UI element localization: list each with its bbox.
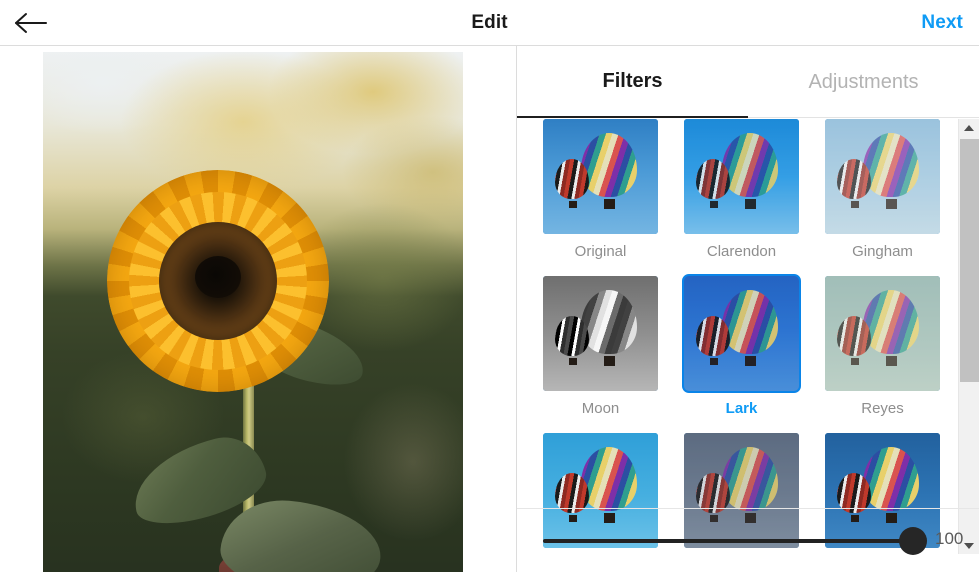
filter-item-gingham[interactable]: Gingham [825, 119, 940, 261]
photo-sunflower-head [107, 170, 329, 392]
filter-label: Original [574, 243, 627, 260]
slider-track [543, 539, 913, 543]
scroll-up-button[interactable] [959, 119, 979, 136]
scrollbar-thumb[interactable] [960, 139, 979, 382]
slider-knob[interactable] [899, 527, 927, 555]
filter-strength-slider[interactable] [543, 527, 927, 555]
header-bar: Edit Next [0, 0, 979, 46]
slider-value: 100 [935, 529, 964, 548]
edit-screen: Edit Next Filters Adjustments Original C… [0, 0, 979, 572]
photo-preview-pane [0, 46, 516, 572]
filter-label: Clarendon [706, 243, 777, 260]
page-title: Edit [471, 12, 508, 33]
filter-label: Gingham [852, 243, 913, 260]
filter-row: Original Clarendon Gingham [543, 119, 957, 261]
photo-bokeh-b [343, 382, 463, 542]
filter-thumbnail-selected [682, 274, 801, 393]
next-button[interactable]: Next [921, 0, 963, 45]
filter-item-moon[interactable]: Moon [543, 276, 658, 418]
filter-label: Lark [725, 400, 758, 417]
filter-item-lark[interactable]: Lark [682, 274, 801, 418]
filter-thumbnail [543, 276, 658, 391]
filters-scroll-region: Original Clarendon Gingham Moon Lark Rey… [517, 119, 957, 554]
filter-item-reyes[interactable]: Reyes [825, 276, 940, 418]
tab-adjustments[interactable]: Adjustments [748, 46, 979, 118]
filter-label: Reyes [861, 400, 904, 417]
sunflower-photo[interactable] [43, 52, 463, 572]
photo-flower-core [195, 256, 241, 298]
filters-scrollbar[interactable] [958, 119, 979, 554]
filter-item-clarendon[interactable]: Clarendon [684, 119, 799, 261]
filter-thumbnail [543, 119, 658, 234]
filter-thumbnail [825, 119, 940, 234]
edit-tools-panel: Filters Adjustments Original Clarendon G… [517, 46, 979, 572]
caret-up-icon [964, 124, 974, 131]
filter-strength-area: 100 [517, 508, 979, 572]
filter-thumbnail [684, 119, 799, 234]
tab-filters[interactable]: Filters [517, 46, 748, 118]
filter-label: Moon [581, 400, 620, 417]
filter-item-original[interactable]: Original [543, 119, 658, 261]
filters-grid: Original Clarendon Gingham Moon Lark Rey… [543, 119, 957, 554]
filter-row: Moon Lark Reyes [543, 274, 957, 418]
filter-thumbnail [825, 276, 940, 391]
tab-bar: Filters Adjustments [517, 46, 979, 118]
